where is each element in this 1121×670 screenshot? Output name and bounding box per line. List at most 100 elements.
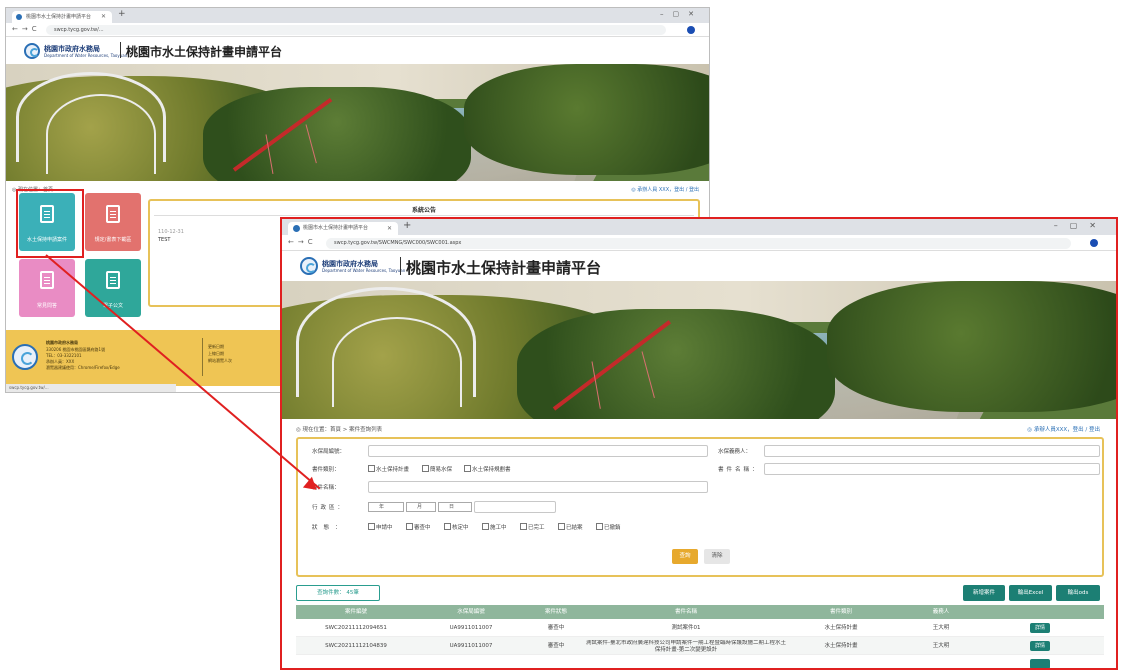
- highlight-box: [16, 189, 84, 258]
- cell-name: 測試案件01: [671, 625, 701, 631]
- foreground-browser-window: 桃園市水土保持計畫申請平台 ✕ + –▢✕ ←→C swcp.tycg.gov.…: [280, 217, 1118, 670]
- url-field[interactable]: swcp.tycg.gov.tw/...: [46, 25, 666, 35]
- browser-tab[interactable]: 桃園市水土保持計畫申請平台 ✕: [12, 11, 112, 23]
- footer-logo-icon: [12, 344, 38, 370]
- checkbox-type-3[interactable]: 水土保持規劃書: [464, 465, 511, 473]
- close-tab-icon[interactable]: ✕: [101, 11, 106, 23]
- footer-line: 330206 桃園市桃園區縣府路1號: [46, 347, 106, 352]
- checkbox-status-5[interactable]: 已完工: [520, 523, 545, 531]
- results-table: 案件編號 水保局編號 案件狀態 書件名稱 書件類別 義務人 SWC2021111…: [296, 605, 1104, 668]
- export-ods-button[interactable]: 輸出ods: [1056, 585, 1100, 601]
- briefcase-icon: [106, 271, 120, 289]
- table-row[interactable]: SWC20211112104839 UA9911011007 審查中 測試案件-…: [296, 637, 1104, 655]
- checkbox-type-2[interactable]: 簡易水保: [422, 465, 452, 473]
- window-controls[interactable]: –▢✕: [1054, 221, 1108, 230]
- footer-right-line: 更新日期: [208, 344, 224, 349]
- header-divider: [400, 257, 401, 275]
- new-tab-icon[interactable]: +: [403, 220, 411, 231]
- label-area: 行政區：: [312, 505, 347, 511]
- cell-owner: 王大明: [932, 625, 950, 631]
- plan-name-input-right[interactable]: [764, 463, 1100, 475]
- column-header[interactable]: 水保局編號: [416, 605, 526, 619]
- checkbox-status-6[interactable]: 已結案: [558, 523, 583, 531]
- user-info[interactable]: ◎ 承辦人員XXX，登出 / 登出: [1027, 425, 1100, 433]
- label-type: 書件類別：: [312, 467, 340, 473]
- table-row[interactable]: SWC20211112094651 UA9911011007 審查中 測試案件0…: [296, 619, 1104, 637]
- search-button[interactable]: 查詢: [672, 549, 698, 564]
- site-title: 桃園市水土保持計畫申請平台: [406, 259, 602, 277]
- column-header[interactable]: 案件編號: [296, 605, 416, 619]
- table-row[interactable]: [296, 655, 1104, 668]
- nav-buttons[interactable]: ←→C: [288, 238, 317, 246]
- column-header[interactable]: 案件狀態: [526, 605, 586, 619]
- user-info[interactable]: ◎ 承辦人員 XXX，登出 / 登出: [631, 186, 699, 193]
- banner-image: [6, 64, 709, 181]
- footer-line: 瀏覽器建議使用：Chrome/Firefox/Edge: [46, 365, 120, 370]
- notice-text[interactable]: TEST: [158, 237, 170, 243]
- address-bar-row: ←→C swcp.tycg.gov.tw/...: [6, 23, 709, 37]
- banner-image: [282, 281, 1116, 419]
- year-select[interactable]: 年: [368, 502, 404, 512]
- logo-icon: [300, 257, 318, 275]
- close-tab-icon[interactable]: ✕: [387, 222, 392, 235]
- cell-name: 測試案件-臺北市政府廣達科技公司申請案件一期工程暨臨時保護設施二期工程水土保持計…: [586, 640, 786, 653]
- footer-line: TEL：03-3322101: [46, 353, 82, 358]
- tile-faq[interactable]: 常見問答: [19, 259, 75, 317]
- column-header[interactable]: 書件類別: [786, 605, 896, 619]
- label-case-id: 水保局編號：: [312, 449, 346, 455]
- nav-buttons[interactable]: ←→C: [12, 25, 41, 33]
- org-name-en: Department of Water Resources, Taoyuan: [44, 53, 128, 58]
- cell-case-id: SWC20211112104839: [325, 643, 387, 649]
- column-header[interactable]: 義務人: [896, 605, 986, 619]
- profile-icon[interactable]: [1090, 239, 1098, 247]
- detail-button[interactable]: [1030, 659, 1050, 668]
- window-controls[interactable]: –▢✕: [660, 10, 703, 18]
- tile-label: 電子公文: [102, 303, 123, 309]
- notice-title: 系統公告: [411, 207, 436, 214]
- footer-right-line: 網站瀏覽人次: [208, 358, 232, 363]
- month-select[interactable]: 月: [406, 502, 436, 512]
- plan-name-input[interactable]: [368, 481, 708, 493]
- table-header: 案件編號 水保局編號 案件狀態 書件名稱 書件類別 義務人: [296, 605, 1104, 619]
- site-header: 桃園市政府水務局 Department of Water Resources, …: [282, 251, 1116, 281]
- clear-button[interactable]: 清除: [704, 549, 730, 564]
- detail-button[interactable]: 詳情: [1030, 641, 1050, 651]
- checkbox-status-3[interactable]: 核定中: [444, 523, 469, 531]
- profile-icon[interactable]: [687, 26, 695, 34]
- favicon-icon: [293, 225, 300, 232]
- url-field[interactable]: swcp.tycg.gov.tw/SWCMNG/SWC000/SWC001.as…: [326, 238, 1071, 249]
- cell-type: 水土保持計畫: [824, 643, 858, 649]
- cell-case-id: SWC20211112094651: [325, 625, 387, 631]
- header-divider: [120, 42, 121, 58]
- new-tab-icon[interactable]: +: [118, 9, 126, 19]
- footer-name: 桃園市政府水務局: [46, 340, 78, 345]
- case-id-input[interactable]: [368, 445, 708, 457]
- tab-title: 桃園市水土保持計畫申請平台: [26, 14, 92, 20]
- applicant-input[interactable]: [764, 445, 1100, 457]
- breadcrumb: ◎ 現在位置：首頁 > 案件查詢列表: [296, 427, 383, 433]
- result-count-badge: 查詢件數： 45筆: [296, 585, 380, 601]
- tab-bar: 桃園市水土保持計畫申請平台 ✕ + –▢✕: [6, 8, 709, 23]
- checkbox-status-7[interactable]: 已撤銷: [596, 523, 621, 531]
- tile-documents[interactable]: 電子公文: [85, 259, 141, 317]
- label-status: 狀態：: [312, 525, 347, 531]
- address-bar-row: ←→C swcp.tycg.gov.tw/SWCMNG/SWC000/SWC00…: [282, 235, 1116, 251]
- browser-tab[interactable]: 桃園市水土保持計畫申請平台 ✕: [288, 222, 398, 235]
- keyword-input[interactable]: [474, 501, 556, 513]
- checkbox-type-1[interactable]: 水土保持計畫: [368, 465, 409, 473]
- detail-button[interactable]: 詳情: [1030, 623, 1050, 633]
- add-case-button[interactable]: 新增案件: [963, 585, 1005, 601]
- tile-label: 常見問答: [36, 303, 57, 309]
- tile-label: 規定/書表下載區: [94, 237, 132, 243]
- column-header[interactable]: 書件名稱: [586, 605, 786, 619]
- export-excel-button[interactable]: 輸出Excel: [1009, 585, 1052, 601]
- tile-downloads[interactable]: 規定/書表下載區: [85, 193, 141, 251]
- cell-owner: 王大明: [932, 643, 950, 649]
- checkbox-status-1[interactable]: 申請中: [368, 523, 393, 531]
- checkbox-status-4[interactable]: 施工中: [482, 523, 507, 531]
- site-header: 桃園市政府水務局 Department of Water Resources, …: [6, 37, 709, 64]
- cell-swc: UA9911011007: [449, 643, 493, 649]
- search-form: 水保局編號： 水保義務人： 書件類別： 水土保持計畫 簡易水保 水土保持規劃書 …: [296, 437, 1104, 577]
- checkbox-status-2[interactable]: 審查中: [406, 523, 431, 531]
- day-select[interactable]: 日: [438, 502, 472, 512]
